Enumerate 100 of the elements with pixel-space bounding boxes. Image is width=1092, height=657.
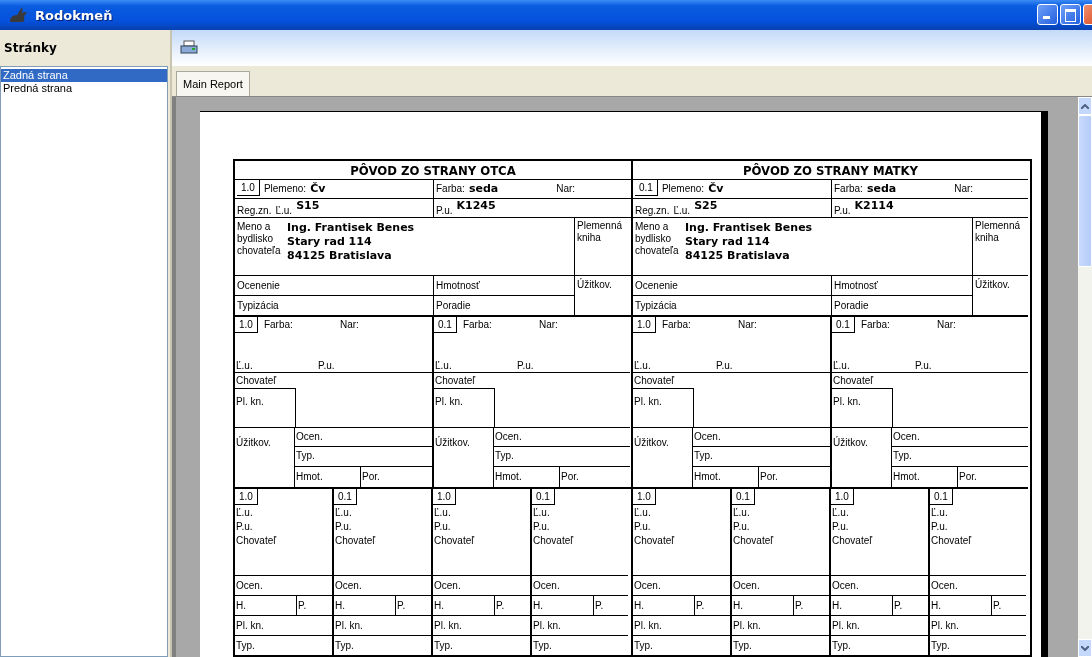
caret-up-icon — [1081, 103, 1089, 109]
field-label: Por. — [362, 471, 380, 483]
field-label: H. — [634, 599, 644, 612]
sex-code: 0.1 — [832, 317, 855, 333]
field-value: K2114 — [854, 199, 894, 213]
field-label: Chovateľ — [634, 374, 675, 387]
maximize-button[interactable] — [1060, 4, 1081, 25]
rabbit-icon — [8, 6, 30, 24]
field-label: Chovateľ — [634, 535, 676, 547]
field-label: Pl. kn. — [833, 396, 861, 408]
field-label: Ľ.u. — [832, 507, 850, 519]
field-label: Hmot. — [296, 471, 323, 483]
field-label: Hmot. — [495, 471, 522, 483]
sex-code: 1.0 — [831, 489, 854, 505]
field-label: Ocen. — [893, 431, 920, 443]
field-label: Ocen. — [495, 431, 522, 443]
field-label: Pl. kn. — [832, 619, 860, 632]
sex-code: 0.1 — [732, 489, 755, 505]
sex-code: 1.0 — [237, 180, 260, 196]
field-label: Úžitkov. — [577, 279, 612, 291]
field-label: Ľ.u. — [434, 507, 452, 519]
field-label: P.u. — [834, 205, 851, 217]
field-label: H. — [733, 599, 743, 612]
field-label: Poradie — [436, 299, 471, 312]
breeder-line: Ing. Frantisek Benes — [685, 221, 813, 235]
field-label: Typizácia — [237, 299, 279, 312]
breeder-line: 84125 Bratislava — [685, 249, 791, 263]
field-label: Typ. — [533, 639, 552, 652]
field-label: Farba: — [263, 319, 294, 332]
field-label: Ľ.u. — [236, 507, 254, 519]
field-label: Ocenenie — [237, 279, 280, 292]
field-label: Farba: — [462, 319, 493, 332]
field-label: Plemeno: — [661, 183, 705, 195]
breeder-line: 84125 Bratislava — [287, 249, 393, 263]
field-label: Chovateľ — [236, 374, 277, 387]
field-label: Nar: — [936, 319, 956, 332]
scroll-thumb[interactable] — [1078, 115, 1092, 267]
field-label: Hmotnosť — [834, 279, 878, 292]
field-value: S15 — [296, 199, 320, 213]
field-label: P.u. — [716, 360, 733, 373]
field-label: Por. — [760, 471, 778, 483]
field-label: Typ. — [335, 639, 354, 652]
field-label: Pl. kn. — [236, 396, 264, 408]
field-label: P.u. — [634, 521, 652, 533]
field-label: Ocenenie — [635, 279, 678, 292]
field-label: Typ. — [634, 639, 653, 652]
field-label: Farba: — [860, 319, 891, 332]
field-label: H. — [533, 599, 543, 612]
sex-code: 1.0 — [433, 489, 456, 505]
field-label: P.u. — [434, 521, 452, 533]
window-title: Rodokmeň — [35, 7, 113, 23]
page-list-item[interactable]: Predná strana — [1, 82, 167, 95]
field-label: Pl. kn. — [434, 619, 462, 632]
field-label: H. — [434, 599, 444, 612]
field-label: Ľ.u. — [533, 507, 551, 519]
scroll-up-button[interactable] — [1078, 97, 1092, 115]
field-label: P.u. — [915, 360, 932, 373]
field-label: Ľ.u. — [236, 360, 254, 373]
field-label: Pl. kn. — [634, 619, 662, 632]
page-list-item[interactable]: Zadná strana — [1, 69, 167, 82]
field-label: P. — [397, 599, 406, 612]
field-label: H. — [832, 599, 842, 612]
field-label: Chovateľ — [931, 535, 973, 547]
field-label: Typ. — [832, 639, 851, 652]
field-label: Nar: — [339, 319, 359, 332]
report-tab[interactable]: Main Report — [176, 71, 250, 96]
field-label: P.u. — [236, 521, 254, 533]
sex-code: 0.1 — [635, 180, 658, 196]
sex-code: 0.1 — [930, 489, 953, 505]
field-label: P. — [298, 599, 307, 612]
field-label: Ocen. — [634, 579, 661, 592]
field-label: P. — [595, 599, 604, 612]
field-label: P.u. — [517, 360, 534, 373]
field-label: Typizácia — [635, 299, 677, 312]
field-label: Ocen. — [236, 579, 263, 592]
field-label: Poradie — [834, 299, 869, 312]
field-label: Ocen. — [832, 579, 859, 592]
printer-icon[interactable] — [180, 40, 198, 56]
minimize-button[interactable] — [1037, 4, 1058, 25]
field-label: Typ. — [733, 639, 752, 652]
field-label: Chovateľ — [832, 535, 874, 547]
field-label: P.u. — [832, 521, 850, 533]
sex-code: 1.0 — [633, 317, 656, 333]
field-label: P.u. — [733, 521, 751, 533]
field-label: Meno a bydlisko chovateľa — [635, 221, 680, 257]
field-label: Pl. kn. — [533, 619, 561, 632]
field-value: S25 — [694, 199, 718, 213]
field-label: Ocen. — [296, 431, 323, 443]
field-label: Meno a bydlisko chovateľa — [237, 221, 282, 257]
field-label: Úžitkov. — [833, 437, 868, 448]
scroll-down-button[interactable] — [1078, 639, 1092, 657]
field-value: K1245 — [456, 199, 496, 213]
field-label: Ľ.u. — [833, 360, 851, 373]
field-label: Chovateľ — [335, 535, 377, 547]
field-label: Ľ.u. — [335, 507, 353, 519]
field-label: Typ. — [495, 450, 514, 463]
scrollbar[interactable] — [1078, 97, 1092, 657]
field-label: Nar: — [737, 319, 757, 332]
field-label: H. — [335, 599, 345, 612]
field-label: Por. — [561, 471, 579, 483]
